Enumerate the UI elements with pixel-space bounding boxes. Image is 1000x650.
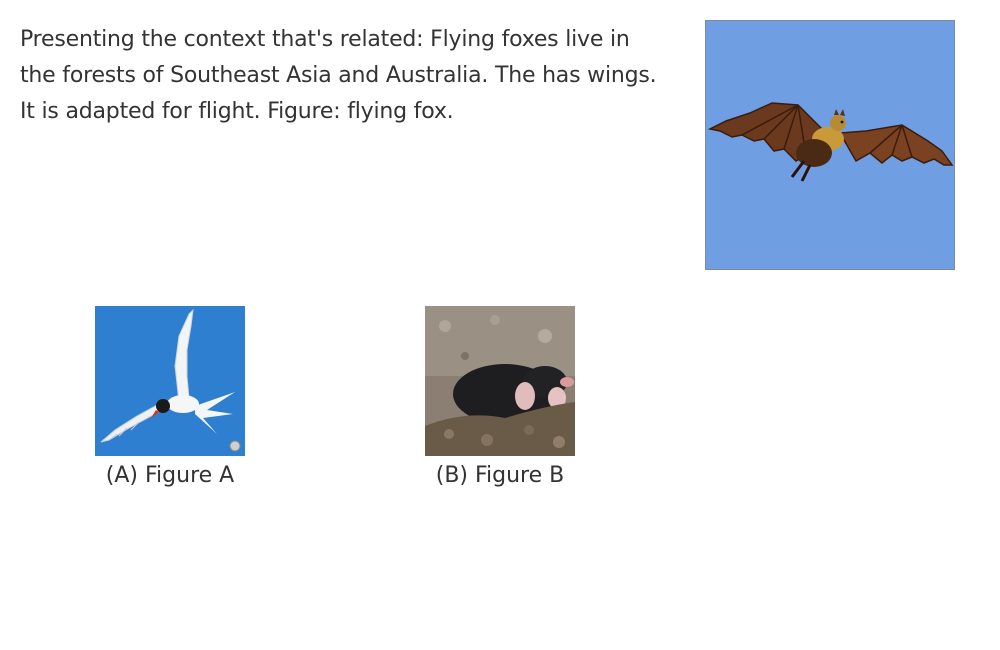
option-a[interactable]: (A) Figure A [50, 306, 290, 490]
option-a-label: (A) Figure A [105, 463, 235, 488]
flying-fox-image [705, 20, 955, 270]
mole-icon [425, 306, 575, 456]
context-text: Presenting the context that's related: F… [20, 27, 657, 124]
arctic-tern-image [95, 306, 245, 456]
arctic-tern-icon [95, 306, 245, 456]
mole-image [425, 306, 575, 456]
option-b[interactable]: (B) Figure B [380, 306, 620, 490]
flying-fox-icon [706, 21, 954, 269]
option-b-label: (B) Figure B [435, 463, 565, 488]
